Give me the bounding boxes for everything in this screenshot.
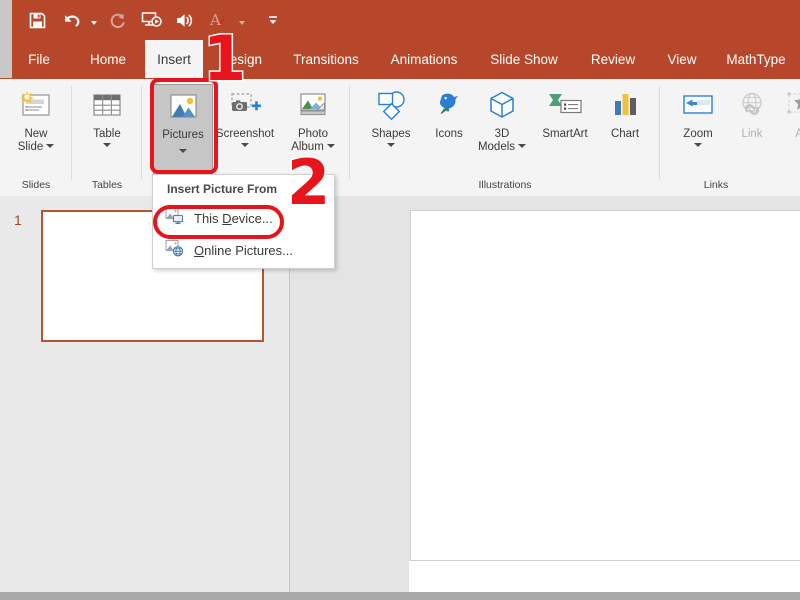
group-label-slides: Slides (0, 179, 72, 191)
tab-file[interactable]: File (18, 40, 60, 78)
icons-icon (430, 84, 468, 128)
zoom-label: Zoom (683, 128, 712, 141)
icons-label: Icons (435, 128, 463, 141)
menu-item-this-device[interactable]: This Device... (153, 203, 334, 233)
redo-icon (100, 3, 134, 37)
insert-picture-menu: Insert Picture From This Device... (152, 174, 335, 269)
new-slide-dropdown-caret[interactable] (46, 144, 54, 148)
tab-mathtype[interactable]: MathType (714, 40, 798, 78)
slide-canvas[interactable] (410, 210, 800, 561)
tab-view[interactable]: View (658, 40, 706, 78)
tab-insert[interactable]: Insert (145, 40, 203, 78)
window-bottom-edge (0, 592, 800, 600)
table-dropdown-caret[interactable] (103, 143, 111, 147)
mathtype-dropdown-caret[interactable] (236, 3, 248, 37)
table-icon (89, 84, 125, 128)
ribbon: New Slide Slides Table (0, 78, 800, 197)
tab-design[interactable]: Design (210, 40, 272, 78)
photo-album-dropdown-caret[interactable] (327, 144, 335, 148)
3d-models-button[interactable]: 3D Models (473, 84, 531, 154)
present-icon[interactable] (134, 3, 168, 37)
3d-models-dropdown-caret[interactable] (518, 144, 526, 148)
notes-area[interactable] (409, 561, 800, 592)
tab-transitions[interactable]: Transitions (281, 40, 371, 78)
link-icon (733, 84, 771, 128)
speaker-icon[interactable] (168, 3, 202, 37)
new-slide-label-line1: New (24, 128, 47, 141)
tab-review[interactable]: Review (582, 40, 644, 78)
new-slide-label-line2: Slide (18, 141, 55, 154)
3d-models-label-line1: 3D (495, 128, 510, 141)
undo-dropdown-caret[interactable] (88, 3, 100, 37)
menu-item-online-pictures[interactable]: Online Pictures... (153, 235, 334, 265)
powerpoint-window: A File Home Insert Design Transitions An… (0, 0, 800, 600)
picture-globe-icon (165, 239, 184, 262)
pictures-icon (165, 85, 201, 129)
chart-label: Chart (611, 128, 639, 141)
shapes-dropdown-caret[interactable] (387, 143, 395, 147)
zoom-button[interactable]: Zoom (669, 84, 727, 147)
icons-button[interactable]: Icons (420, 84, 478, 141)
ribbon-tab-strip: File Home Insert Design Transitions Anim… (0, 40, 800, 78)
zoom-icon (677, 84, 719, 128)
3d-models-icon (483, 84, 521, 128)
svg-text:A: A (209, 11, 221, 29)
3d-models-label-line2: Models (478, 141, 526, 154)
table-button[interactable]: Table (78, 84, 136, 147)
mathtype-icon: A (202, 3, 236, 37)
pictures-label: Pictures (162, 129, 204, 142)
picture-device-icon (165, 207, 184, 230)
group-label-illustrations: Illustrations (350, 179, 660, 191)
quick-access-toolbar: A (0, 0, 800, 40)
screenshot-icon (225, 84, 265, 128)
slide-thumbnail-number: 1 (14, 212, 22, 228)
screenshot-label: Screenshot (216, 128, 274, 141)
group-label-tables: Tables (72, 179, 142, 191)
smartart-icon (543, 84, 587, 128)
save-icon[interactable] (20, 3, 54, 37)
menu-item-online-pictures-label: Online Pictures... (194, 243, 293, 258)
pictures-dropdown-caret[interactable] (179, 149, 187, 153)
ribbon-accent-line (0, 78, 800, 79)
action-button: Ac (773, 84, 800, 141)
new-slide-button[interactable]: New Slide (7, 84, 65, 154)
tabs-left-gutter (0, 40, 12, 78)
photo-album-icon (293, 84, 333, 128)
photo-album-button[interactable]: Photo Album (284, 84, 342, 154)
undo-icon[interactable] (54, 3, 88, 37)
screenshot-button[interactable]: Screenshot (211, 84, 279, 147)
zoom-dropdown-caret[interactable] (694, 143, 702, 147)
pictures-button[interactable]: Pictures (153, 84, 213, 178)
new-slide-icon (17, 84, 55, 128)
chart-icon (607, 84, 643, 128)
smartart-button[interactable]: SmartArt (532, 84, 598, 141)
action-label: Ac (795, 128, 800, 141)
tab-animations[interactable]: Animations (378, 40, 470, 78)
screenshot-dropdown-caret[interactable] (241, 143, 249, 147)
shapes-label: Shapes (371, 128, 410, 141)
tab-slide-show[interactable]: Slide Show (479, 40, 569, 78)
ribbon-group-slides: New Slide Slides (0, 80, 72, 194)
ribbon-group-tables: Table Tables (72, 80, 142, 194)
menu-item-this-device-label: This Device... (194, 211, 273, 226)
photo-album-label-line1: Photo (298, 128, 328, 141)
table-label: Table (93, 128, 121, 141)
more-icon[interactable] (256, 3, 290, 37)
link-label: Link (741, 128, 762, 141)
ribbon-group-illustrations: Shapes Icons (350, 80, 660, 194)
photo-album-label-line2: Album (291, 141, 335, 154)
shapes-icon (371, 84, 411, 128)
insert-picture-menu-header: Insert Picture From (153, 175, 334, 202)
tab-home[interactable]: Home (78, 40, 138, 78)
shapes-button[interactable]: Shapes (362, 84, 420, 147)
slide-editor-area (409, 196, 800, 592)
group-label-links: Links (660, 179, 772, 191)
ribbon-group-links: Zoom Link (660, 80, 800, 194)
window-left-gutter (0, 0, 12, 40)
action-icon (783, 84, 800, 128)
chart-button[interactable]: Chart (596, 84, 654, 141)
smartart-label: SmartArt (542, 128, 587, 141)
